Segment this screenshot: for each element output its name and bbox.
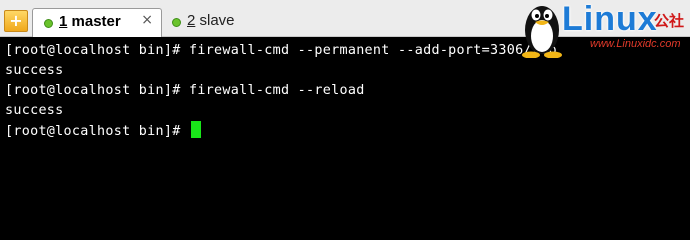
connection-status-icon <box>44 19 53 28</box>
close-icon[interactable]: × <box>141 12 153 28</box>
tab-label: 2 slave <box>187 12 235 29</box>
plus-icon: + <box>9 11 23 30</box>
tab-label: 1 master <box>59 13 121 30</box>
terminal-line: [root@localhost bin]# firewall-cmd --rel… <box>5 83 365 98</box>
tab-slave[interactable]: 2 slave <box>166 8 246 37</box>
text-cursor <box>190 121 201 138</box>
watermark-brand: Linux <box>562 0 658 38</box>
watermark-brand-cn: 公社 <box>654 12 685 30</box>
watermark-url: www.Linuxidc.com <box>590 38 681 50</box>
terminal-line: success <box>5 63 64 78</box>
watermark-logo: Linux 公社 www.Linuxidc.com <box>518 0 690 58</box>
terminal-prompt-line: [root@localhost bin]# <box>5 121 690 141</box>
terminal-output[interactable]: [root@localhost bin]# firewall-cmd --per… <box>0 37 690 240</box>
tab-master[interactable]: 1 master × <box>32 8 162 37</box>
new-tab-button[interactable]: + <box>4 10 28 32</box>
tux-penguin-icon <box>522 6 562 58</box>
terminal-line: success <box>5 103 64 118</box>
terminal-prompt: [root@localhost bin]# <box>5 124 189 139</box>
connection-status-icon <box>172 18 181 27</box>
